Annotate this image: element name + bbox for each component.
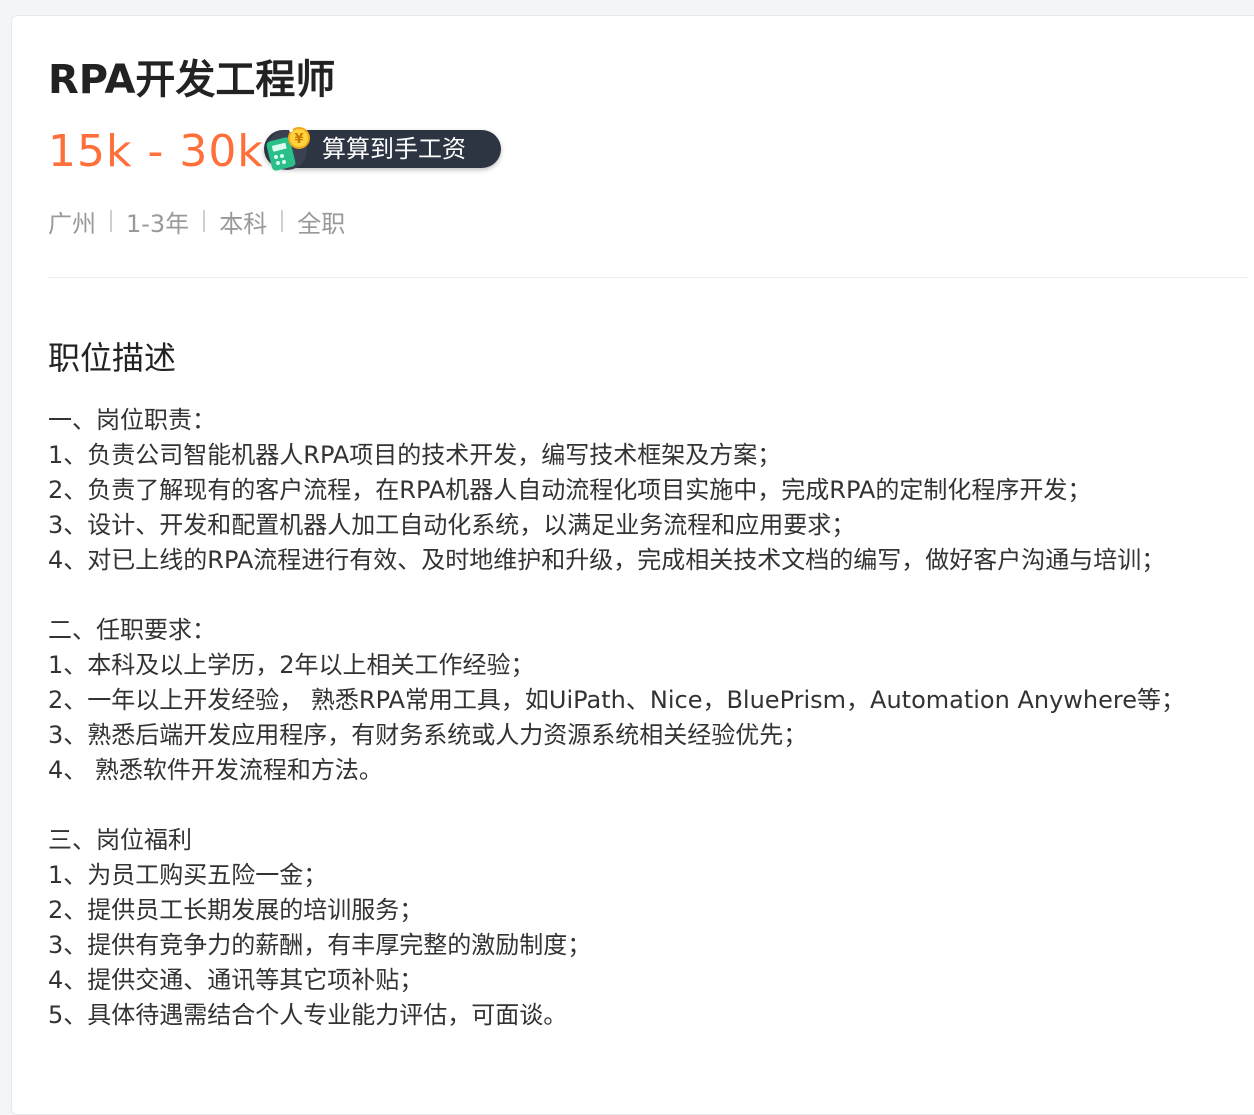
money-calculator-icon: ¥ — [263, 124, 315, 172]
description-line: 一、岗位职责： — [48, 406, 216, 434]
description-line: 3、熟悉后端开发应用程序，有财务系统或人力资源系统相关经验优先； — [48, 721, 808, 749]
description-line: 3、提供有竞争力的薪酬，有丰厚完整的激励制度； — [48, 931, 592, 959]
description-line: 1、本科及以上学历，2年以上相关工作经验； — [48, 651, 535, 679]
description-line: 二、任职要求： — [48, 616, 216, 644]
job-meta-info: 广州 1-3年 本科 全职 — [48, 203, 345, 239]
description-line: 1、为员工购买五险一金； — [48, 861, 328, 889]
meta-separator — [203, 210, 206, 232]
description-line: 2、一年以上开发经验， 熟悉RPA常用工具，如UiPath、Nice，BlueP… — [48, 686, 1185, 714]
calculate-pay-label: 算算到手工资 — [322, 135, 466, 163]
section-divider — [48, 277, 1248, 278]
meta-separator — [110, 210, 112, 232]
description-line: 3、设计、开发和配置机器人加工自动化系统，以满足业务流程和应用要求； — [48, 511, 856, 539]
job-education: 本科 — [219, 209, 268, 238]
description-line: 4、提供交通、通讯等其它项补贴； — [48, 966, 424, 994]
description-line: 1、负责公司智能机器人RPA项目的技术开发，编写技术框架及方案； — [48, 441, 782, 469]
job-title: RPA开发工程师 — [48, 57, 336, 103]
description-line: 5、具体待遇需结合个人专业能力评估，可面谈。 — [48, 1001, 568, 1029]
description-line: 4、 熟悉软件开发流程和方法。 — [48, 756, 383, 784]
salary-range: 15k - 30k — [48, 126, 264, 177]
calculate-take-home-pay-button[interactable]: ¥ 算算到手工资 — [264, 127, 501, 171]
job-city: 广州 — [48, 209, 96, 238]
job-detail-card: RPA开发工程师 15k - 30k ¥ 算算到手工资 广州 1-3年 本科 全… — [11, 15, 1254, 1115]
description-line: 2、负责了解现有的客户流程，在RPA机器人自动流程化项目实施中，完成RPA的定制… — [48, 476, 1092, 504]
job-description-body: 一、岗位职责： 1、负责公司智能机器人RPA项目的技术开发，编写技术框架及方案； 2… — [48, 403, 1248, 1033]
svg-text:¥: ¥ — [294, 132, 303, 147]
description-line: 三、岗位福利 — [48, 826, 192, 854]
description-line: 4、对已上线的RPA流程进行有效、及时地维护和升级，完成相关技术文档的编写，做好… — [48, 546, 1166, 574]
description-blank-line — [48, 578, 1248, 613]
description-blank-line — [48, 788, 1248, 823]
job-experience: 1-3年 — [126, 209, 190, 238]
job-type: 全职 — [297, 209, 346, 238]
description-line: 2、提供员工长期发展的培训服务； — [48, 896, 424, 924]
meta-separator — [281, 210, 284, 232]
job-description-heading: 职位描述 — [48, 339, 177, 377]
